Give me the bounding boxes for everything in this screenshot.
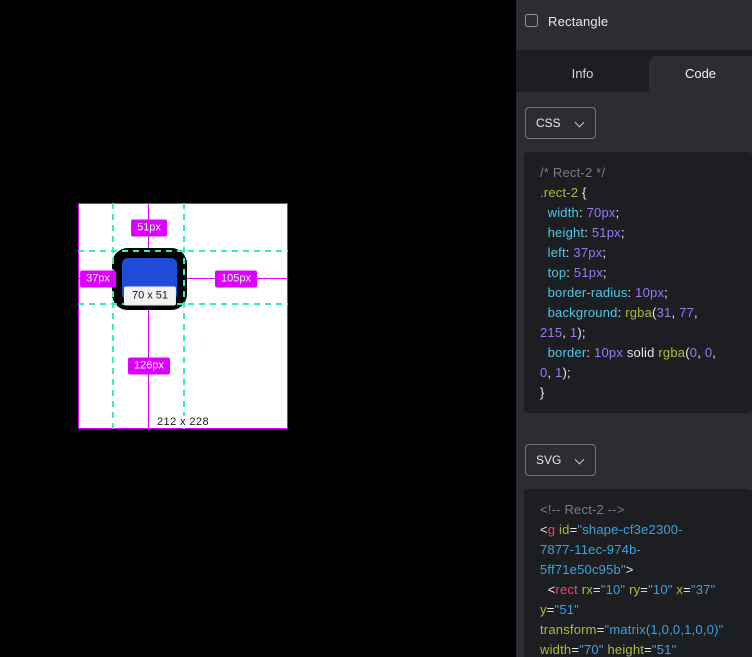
tab-code[interactable]: Code — [649, 56, 752, 92]
selection-header: Rectangle — [516, 0, 752, 50]
measure-line-vertical — [148, 203, 149, 429]
svg-format-value: SVG — [536, 453, 561, 467]
measure-label-bottom: 126px — [128, 358, 170, 375]
svg-code-block: <!-- Rect-2 --><g id="shape-cf3e2300-787… — [524, 489, 752, 657]
tab-info[interactable]: Info — [516, 56, 649, 92]
measure-label-top: 51px — [131, 220, 167, 237]
design-canvas[interactable]: 51px 37px 105px 126px 70 x 51 212 x 228 — [0, 0, 516, 657]
snap-guide-right — [183, 203, 185, 429]
css-format-dropdown[interactable]: CSS — [525, 107, 596, 139]
snap-guide-bottom — [78, 303, 288, 305]
css-code-block: /* Rect-2 */.rect-2 { width: 70px; heigh… — [524, 152, 752, 413]
css-format-value: CSS — [536, 116, 561, 130]
snap-guide-left — [112, 203, 114, 429]
measure-label-right: 105px — [215, 271, 257, 288]
shape-size-badge: 70 x 51 — [124, 287, 176, 306]
inspect-tabbar: Info Code — [516, 50, 752, 92]
shape-checkbox[interactable] — [525, 14, 538, 27]
svg-format-dropdown[interactable]: SVG — [525, 444, 596, 476]
measure-label-left: 37px — [80, 271, 116, 288]
right-sidebar: Rectangle Info Code CSS /* Rect-2 */.rec… — [516, 0, 752, 657]
artboard-size-label: 212 x 228 — [154, 416, 212, 428]
chevron-down-icon — [575, 455, 585, 465]
snap-guide-top — [78, 250, 288, 252]
chevron-down-icon — [575, 118, 585, 128]
selection-title: Rectangle — [548, 0, 608, 50]
